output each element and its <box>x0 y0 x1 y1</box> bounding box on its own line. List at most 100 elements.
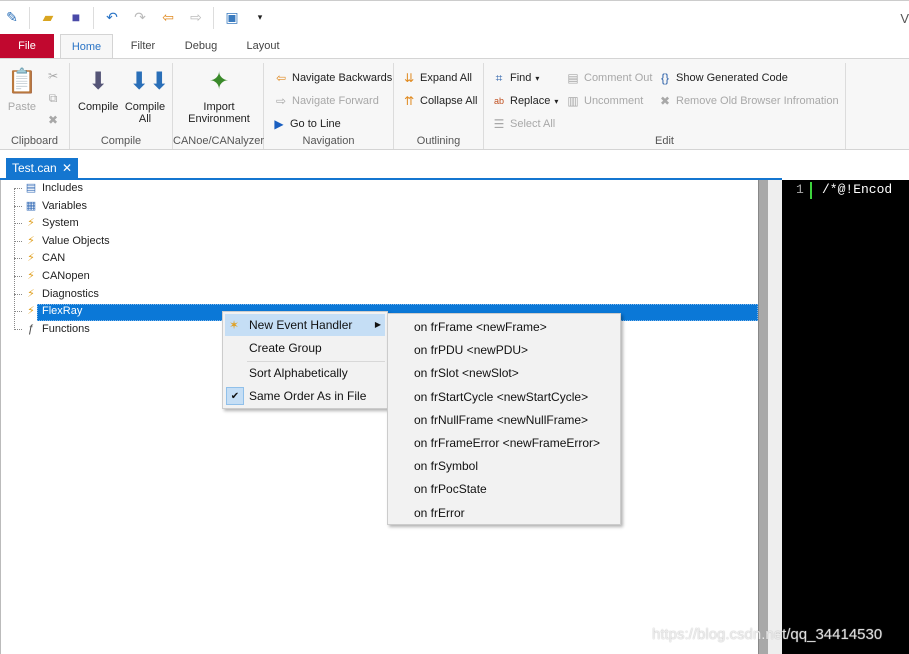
editor-gutter <box>768 180 782 654</box>
copy-icon[interactable]: ⧉ <box>46 91 60 105</box>
tree-item-label: Diagnostics <box>42 287 99 300</box>
code-line: /*@!Encod <box>822 182 893 197</box>
cut-icon[interactable]: ✂ <box>46 69 60 83</box>
splitter[interactable] <box>758 180 768 654</box>
collapse-all-button[interactable]: ⇈ Collapse All <box>402 94 478 108</box>
dropdown-arrow-icon: ▾ <box>535 73 540 83</box>
replace-icon: ab <box>493 96 504 106</box>
submenu-item[interactable]: on frFrameError <newFrameError> <box>390 432 618 454</box>
tree-item-diagnostics[interactable]: ⚡ Diagnostics <box>14 286 99 303</box>
show-generated-code-button[interactable]: {} Show Generated Code <box>658 71 788 85</box>
group-label: Edit <box>655 135 674 147</box>
open-folder-icon[interactable]: ▰ <box>40 9 56 25</box>
functions-icon: ƒ <box>27 322 35 335</box>
go-to-line-icon: ▶ <box>274 117 284 131</box>
menu-item-create-group[interactable]: Create Group <box>225 337 385 359</box>
edit-icon[interactable]: ✎ <box>4 9 20 25</box>
undo-icon[interactable]: ↶ <box>104 9 120 25</box>
event-icon: ⚡ <box>27 252 35 265</box>
tree-item-functions[interactable]: ƒ Functions <box>14 321 90 338</box>
uncomment-button[interactable]: ▥ Uncomment <box>566 94 643 108</box>
tab-filter[interactable]: Filter <box>122 34 164 58</box>
tab-debug[interactable]: Debug <box>178 34 224 58</box>
replace-button[interactable]: ab Replace ▾ <box>492 94 558 108</box>
back-icon[interactable]: ⇦ <box>160 9 176 25</box>
forward-icon[interactable]: ⇨ <box>188 9 204 25</box>
variables-icon: ▦ <box>25 199 37 212</box>
tree-item-flexray[interactable]: ⚡ FlexRay <box>14 303 82 320</box>
tab-file[interactable]: File <box>0 34 54 58</box>
submenu-item[interactable]: on frNullFrame <newNullFrame> <box>390 409 618 431</box>
customize-icon[interactable]: ▾ <box>252 9 268 25</box>
menu-item-sort-alphabetically[interactable]: Sort Alphabetically <box>225 362 385 384</box>
go-to-line-button[interactable]: ▶ Go to Line <box>272 117 340 131</box>
event-icon: ⚡ <box>27 217 35 230</box>
tree-connector <box>14 293 22 295</box>
context-menu: ✶ New Event Handler ▶ Create Group Sort Al… <box>222 311 388 409</box>
collapse-icon: ⇈ <box>403 94 415 108</box>
select-all-button[interactable]: ☰ Select All <box>492 117 556 131</box>
tree-item-can[interactable]: ⚡ CAN <box>14 250 65 267</box>
navigate-backwards-button[interactable]: ⇦ Navigate Backwards <box>274 71 392 85</box>
binoculars-icon: ⌗ <box>495 71 503 85</box>
document-tab[interactable]: Test.can ✕ <box>6 158 78 179</box>
tree-view <box>0 180 758 654</box>
submenu-item[interactable]: on frPDU <newPDU> <box>390 339 618 361</box>
submenu-item[interactable]: on frStartCycle <newStartCycle> <box>390 386 618 408</box>
delete-icon[interactable]: ✖ <box>46 113 60 127</box>
select-all-icon: ☰ <box>493 117 505 131</box>
event-handler-icon: ✶ <box>229 318 240 332</box>
uncomment-icon: ▥ <box>567 94 579 108</box>
redo-icon[interactable]: ↷ <box>132 9 148 25</box>
comment-out-button[interactable]: ▤ Comment Out <box>566 71 652 85</box>
compile-button[interactable]: ⬇ Compile <box>78 67 118 113</box>
group-label: CANoe/CANalyzer <box>173 135 265 147</box>
menu-item-new-event-handler[interactable]: ✶ New Event Handler ▶ <box>225 314 385 336</box>
tree-connector <box>14 276 22 277</box>
submenu-item[interactable]: on frPocState <box>390 478 618 500</box>
expand-icon: ⇊ <box>403 71 415 85</box>
submenu-item[interactable]: on frSymbol <box>390 455 618 477</box>
tree-item-label: CAN <box>42 252 66 265</box>
close-icon[interactable]: ✕ <box>62 158 72 179</box>
event-icon: ⚡ <box>27 234 35 247</box>
include-icon: ▤ <box>25 182 37 194</box>
remove-browser-info-button[interactable]: ✖ Remove Old Browser Infromation <box>658 94 839 108</box>
forward-arrow-icon: ⇨ <box>275 94 287 108</box>
tree-item-value-objects[interactable]: ⚡ Value Objects <box>14 233 110 250</box>
group-outlining: ⇊ Expand All ⇈ Collapse All Outlining <box>394 63 484 149</box>
import-environment-button[interactable]: ✦ Import Environment <box>181 67 257 125</box>
submenu-item[interactable]: on frFrame <newFrame> <box>390 316 618 338</box>
dropdown-arrow-icon: ▾ <box>554 96 559 106</box>
event-icon: ⚡ <box>27 287 35 300</box>
expand-all-button[interactable]: ⇊ Expand All <box>402 71 472 85</box>
checkmark-icon: ✔ <box>226 387 244 405</box>
tree-item-canopen[interactable]: ⚡ CANopen <box>14 268 90 285</box>
submenu-item[interactable]: on frSlot <newSlot> <box>390 362 618 384</box>
import-icon: ✦ <box>208 68 230 95</box>
compile-all-button[interactable]: ⬇⬇ Compile All <box>124 67 170 125</box>
divider <box>213 7 214 29</box>
tab-layout[interactable]: Layout <box>240 34 286 58</box>
code-editor[interactable]: 1 /*@!Encod <box>782 180 909 654</box>
tree-item-label: System <box>42 217 79 230</box>
event-handler-submenu: on frFrame <newFrame> on frPDU <newPDU> on… <box>387 313 621 525</box>
group-label: Clipboard <box>10 135 59 147</box>
navigate-forward-button[interactable]: ⇨ Navigate Forward <box>274 94 379 108</box>
group-canoe: ✦ Import Environment CANoe/CANalyzer <box>173 63 264 149</box>
save-icon[interactable]: ■ <box>68 9 84 25</box>
menu-item-same-order[interactable]: ✔ Same Order As in File <box>225 385 385 407</box>
group-clipboard: 📋 Paste ✂ ⧉ ✖ Clipboard <box>0 63 70 149</box>
paste-button[interactable]: 📋 Paste <box>6 67 38 113</box>
tree-item-variables[interactable]: ▦ Variables <box>14 198 87 215</box>
group-navigation: ⇦ Navigate Backwards ⇨ Navigate Forward ▶ G… <box>264 63 394 149</box>
compile-all-icon: ⬇⬇ <box>129 68 170 95</box>
compile-icon: ⬇ <box>87 68 109 95</box>
tree-item-system[interactable]: ⚡ System <box>14 215 79 232</box>
tree-item-includes[interactable]: ▤ Includes <box>14 180 83 197</box>
tab-home[interactable]: Home <box>60 34 113 58</box>
window-icon[interactable]: ▣ <box>224 9 240 25</box>
divider <box>29 7 30 29</box>
submenu-item[interactable]: on frError <box>390 502 618 524</box>
find-button[interactable]: ⌗ Find ▾ <box>492 71 540 85</box>
